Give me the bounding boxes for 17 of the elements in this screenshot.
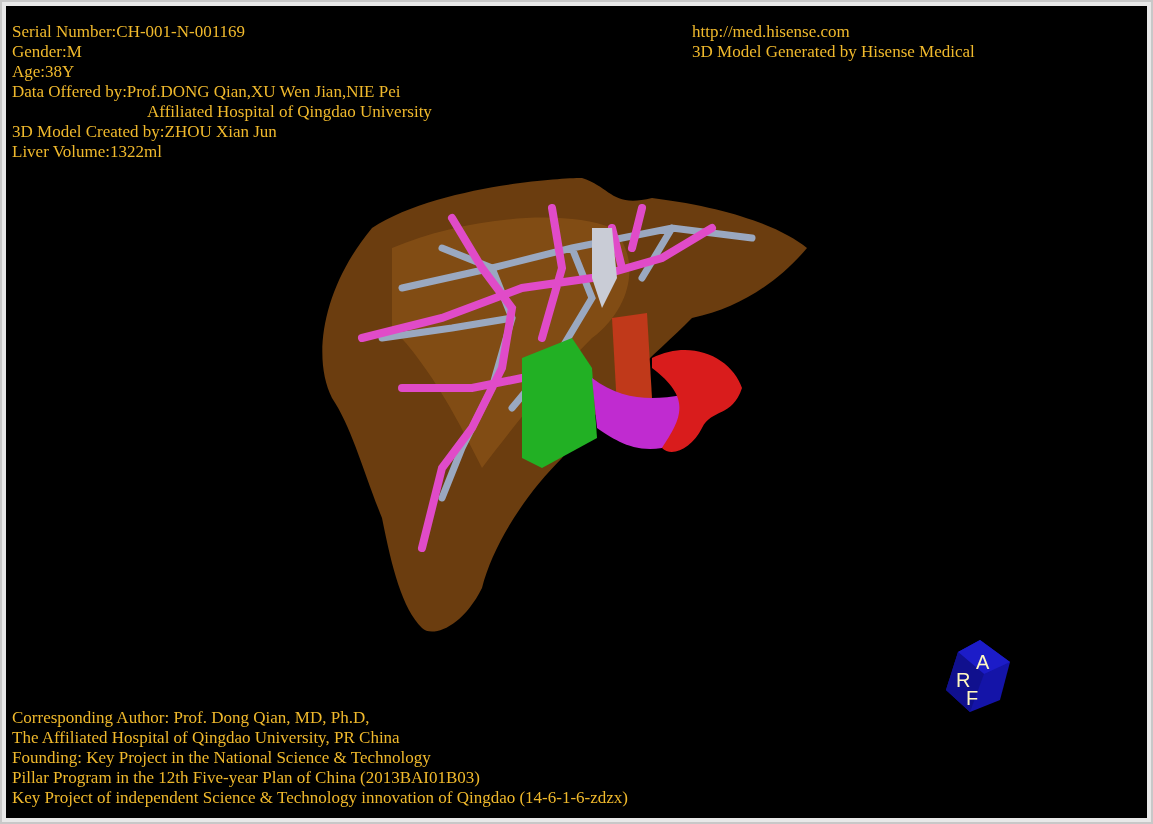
credit-text: Corresponding Author: Prof. Dong Qian, MD, Ph.D,	[12, 708, 370, 728]
case-info-text: Data Offered by:Prof.DONG Qian,XU Wen Jian,NIE Pei	[12, 82, 401, 102]
credit-text: Pillar Program in the 12th Five-year Plan of China (2013BAI01B03)	[12, 768, 480, 788]
case-info-text: Serial Number:CH-001-N-001169	[12, 22, 246, 42]
case-info-text: Affiliated Hospital of Qingdao University	[146, 102, 432, 122]
cube-face-letter: R	[956, 670, 971, 690]
cube-face-letter: A	[976, 652, 990, 672]
cube-face-letter: F	[966, 688, 979, 708]
case-info-text: Gender:M	[12, 42, 82, 62]
credit-text: The Affiliated Hospital of Qingdao University, PR China	[12, 728, 400, 748]
case-info-text: Age:38Y	[12, 62, 75, 82]
case-info-text: Liver Volume:1322ml	[12, 142, 162, 162]
credit-text: Key Project of independent Science & Technology innovation of Qingdao (14-6-1-6-zdzx)	[12, 788, 628, 808]
credit-text: Founding: Key Project in the National Science & Technology	[12, 748, 431, 768]
website-link[interactable]: http://med.hisense.com	[692, 22, 850, 42]
case-info-text: 3D Model Created by:ZHOU Xian Jun	[12, 122, 277, 142]
vendor-credit-text: 3D Model Generated by Hisense Medical	[692, 42, 975, 62]
